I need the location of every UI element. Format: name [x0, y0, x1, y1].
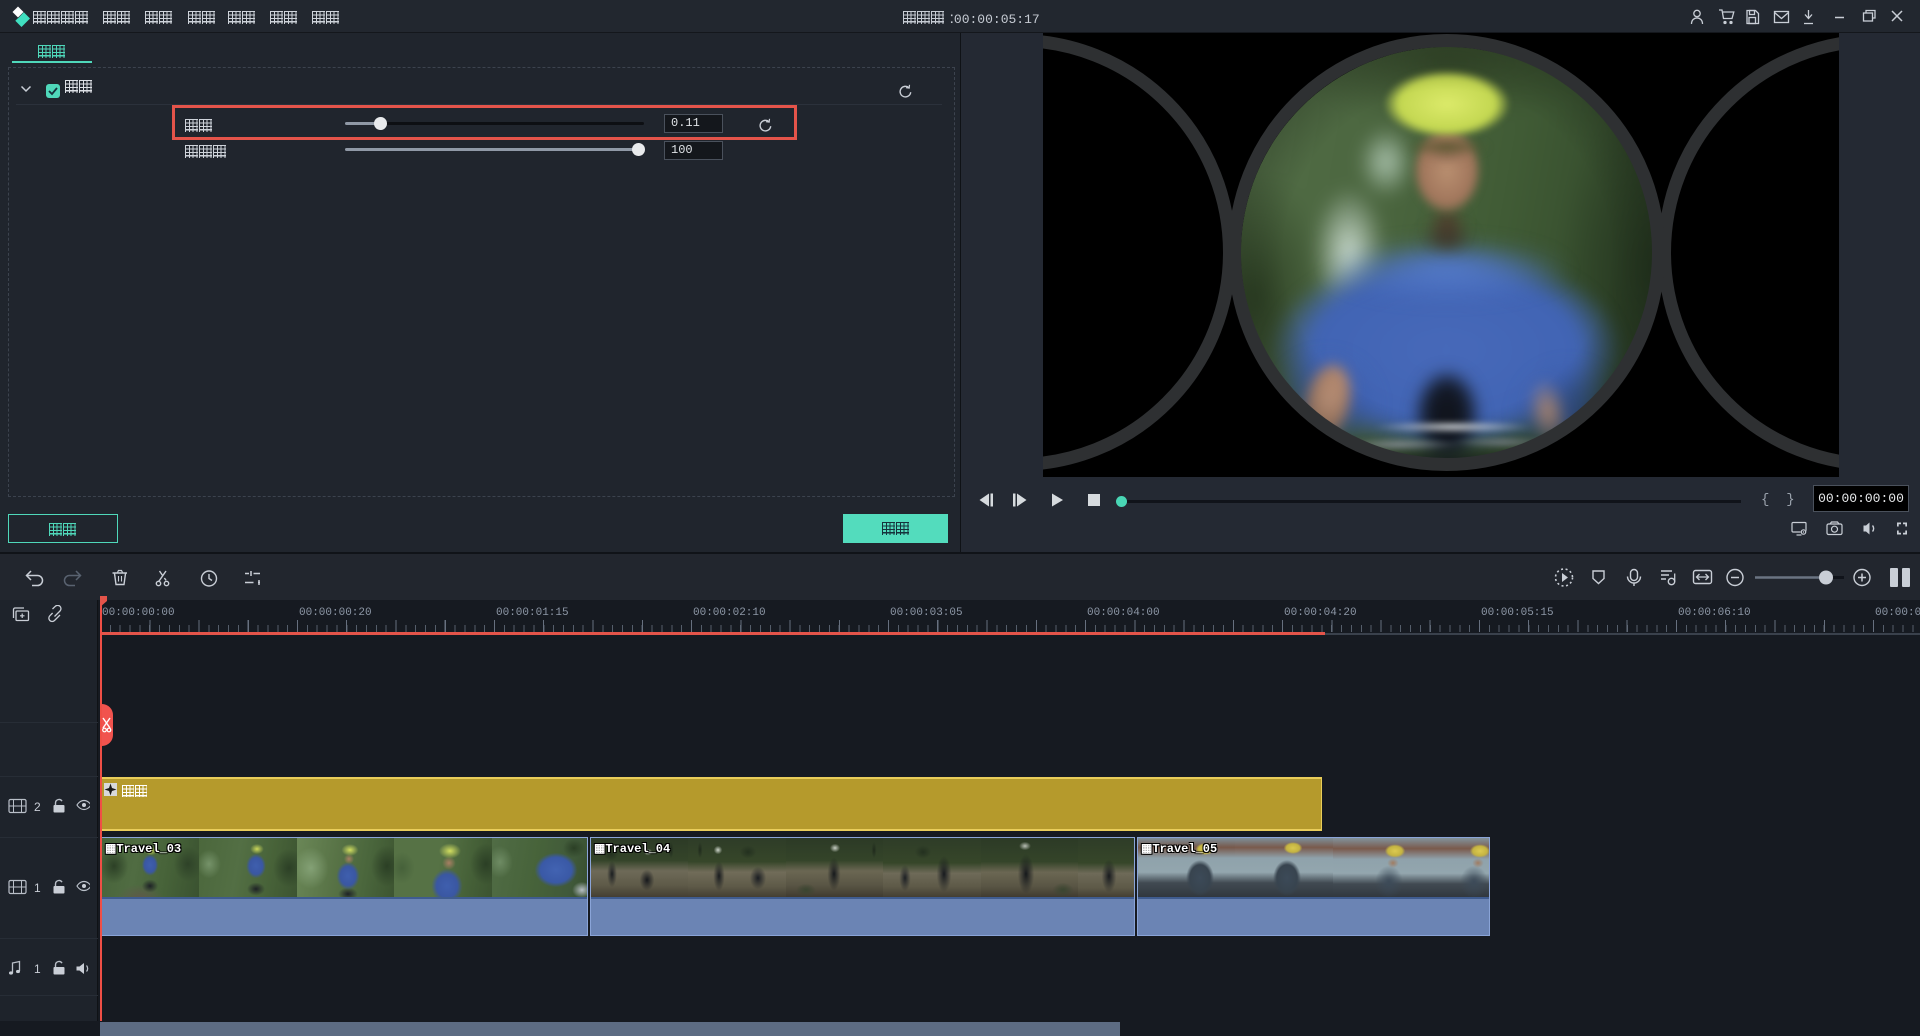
- svg-text:1: 1: [34, 962, 41, 976]
- svg-text:2: 2: [34, 800, 41, 814]
- svg-text:1: 1: [34, 881, 41, 895]
